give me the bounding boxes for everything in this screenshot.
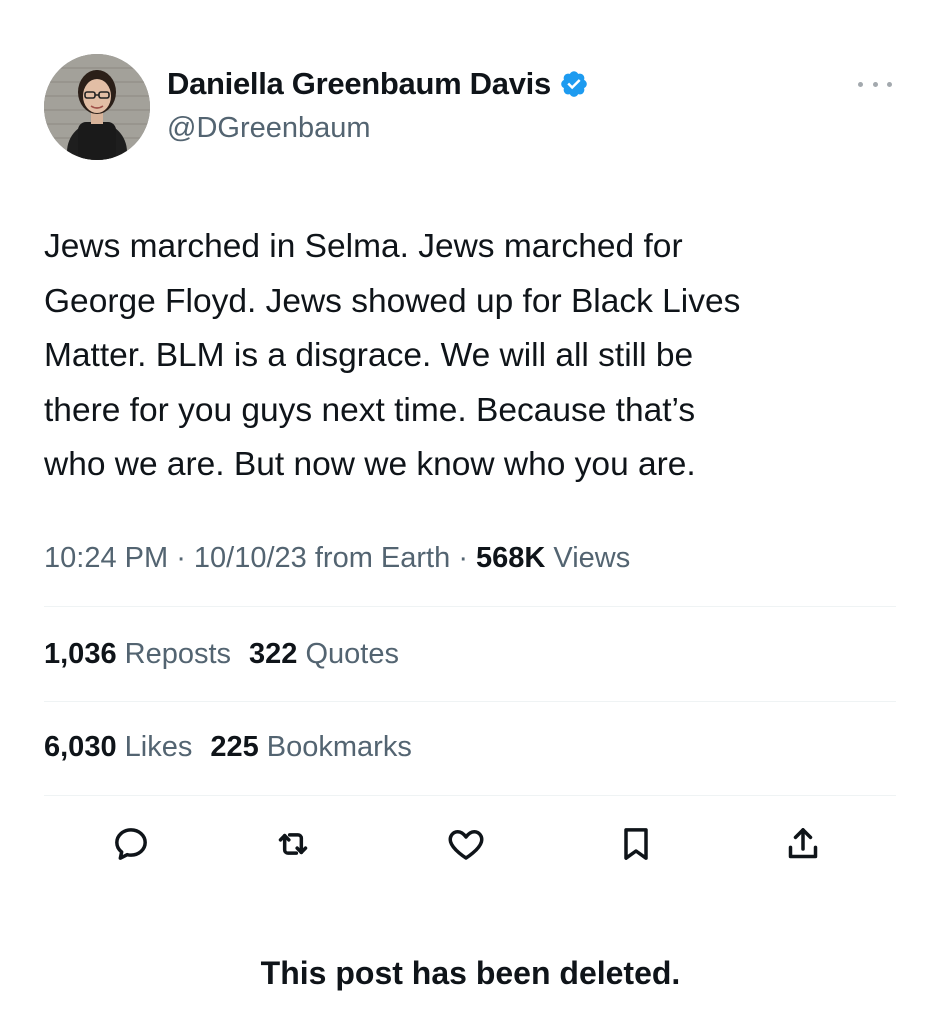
- separator-dot: ·: [458, 542, 477, 574]
- likes-count: 6,030: [44, 731, 117, 763]
- likes-stat[interactable]: 6,030 Likes: [44, 731, 192, 763]
- divider: [44, 701, 896, 702]
- more-options-icon[interactable]: [858, 76, 892, 92]
- tweet-text: Jews marched in Selma. Jews marched for …: [44, 220, 894, 493]
- tweet-text-line: there for you guys next time. Because th…: [44, 391, 696, 429]
- views-count: 568K: [476, 542, 546, 574]
- tweet-time[interactable]: 10:24 PM: [44, 542, 168, 574]
- share-icon[interactable]: [779, 820, 827, 868]
- quotes-label: Quotes: [305, 638, 399, 670]
- action-bar: [107, 820, 827, 870]
- dot: [887, 81, 892, 87]
- tweet-text-line: who we are. But now we know who you are.: [44, 446, 696, 483]
- reply-icon[interactable]: [107, 820, 155, 868]
- reposts-stat[interactable]: 1,036 Reposts: [44, 638, 231, 670]
- dot: [858, 81, 863, 87]
- author-name-row[interactable]: Daniella Greenbaum Davis: [167, 66, 589, 102]
- stats-row-reposts-quotes: 1,036 Reposts 322 Quotes: [44, 638, 399, 671]
- stats-row-likes-bookmarks: 6,030 Likes 225 Bookmarks: [44, 731, 412, 764]
- tweet-source: from Earth: [314, 542, 451, 574]
- quotes-stat[interactable]: 322 Quotes: [249, 638, 399, 670]
- tweet-text-line: Matter. BLM is a disgrace. We will all s…: [44, 337, 694, 374]
- bookmark-icon[interactable]: [612, 820, 660, 868]
- avatar-photo: [44, 54, 150, 160]
- separator-dot: ·: [176, 542, 194, 574]
- bookmarks-label: Bookmarks: [266, 731, 412, 763]
- tweet-text-line: George Floyd. Jews showed up for Black L…: [44, 282, 741, 320]
- tweet-date[interactable]: 10/10/23: [194, 542, 307, 574]
- repost-icon[interactable]: [269, 820, 317, 868]
- verified-badge-icon: [559, 69, 589, 99]
- author-display-name[interactable]: Daniella Greenbaum Davis: [167, 66, 551, 102]
- like-icon[interactable]: [442, 820, 490, 868]
- divider: [44, 606, 896, 607]
- views-label: Views: [553, 542, 631, 574]
- tweet-meta: 10:24 PM · 10/10/23 from Earth · 568K Vi…: [44, 542, 630, 575]
- bookmarks-stat[interactable]: 225 Bookmarks: [210, 731, 412, 763]
- quotes-count: 322: [249, 638, 298, 670]
- divider: [44, 795, 896, 796]
- likes-label: Likes: [124, 731, 193, 763]
- author-handle[interactable]: @DGreenbaum: [167, 112, 371, 145]
- reposts-label: Reposts: [124, 638, 232, 670]
- deleted-notice: This post has been deleted.: [260, 955, 681, 991]
- avatar[interactable]: [44, 54, 150, 160]
- bookmarks-count: 225: [210, 731, 259, 763]
- tweet-text-line: Jews marched in Selma. Jews marched for: [44, 228, 683, 265]
- dot: [872, 81, 878, 87]
- reposts-count: 1,036: [44, 638, 117, 670]
